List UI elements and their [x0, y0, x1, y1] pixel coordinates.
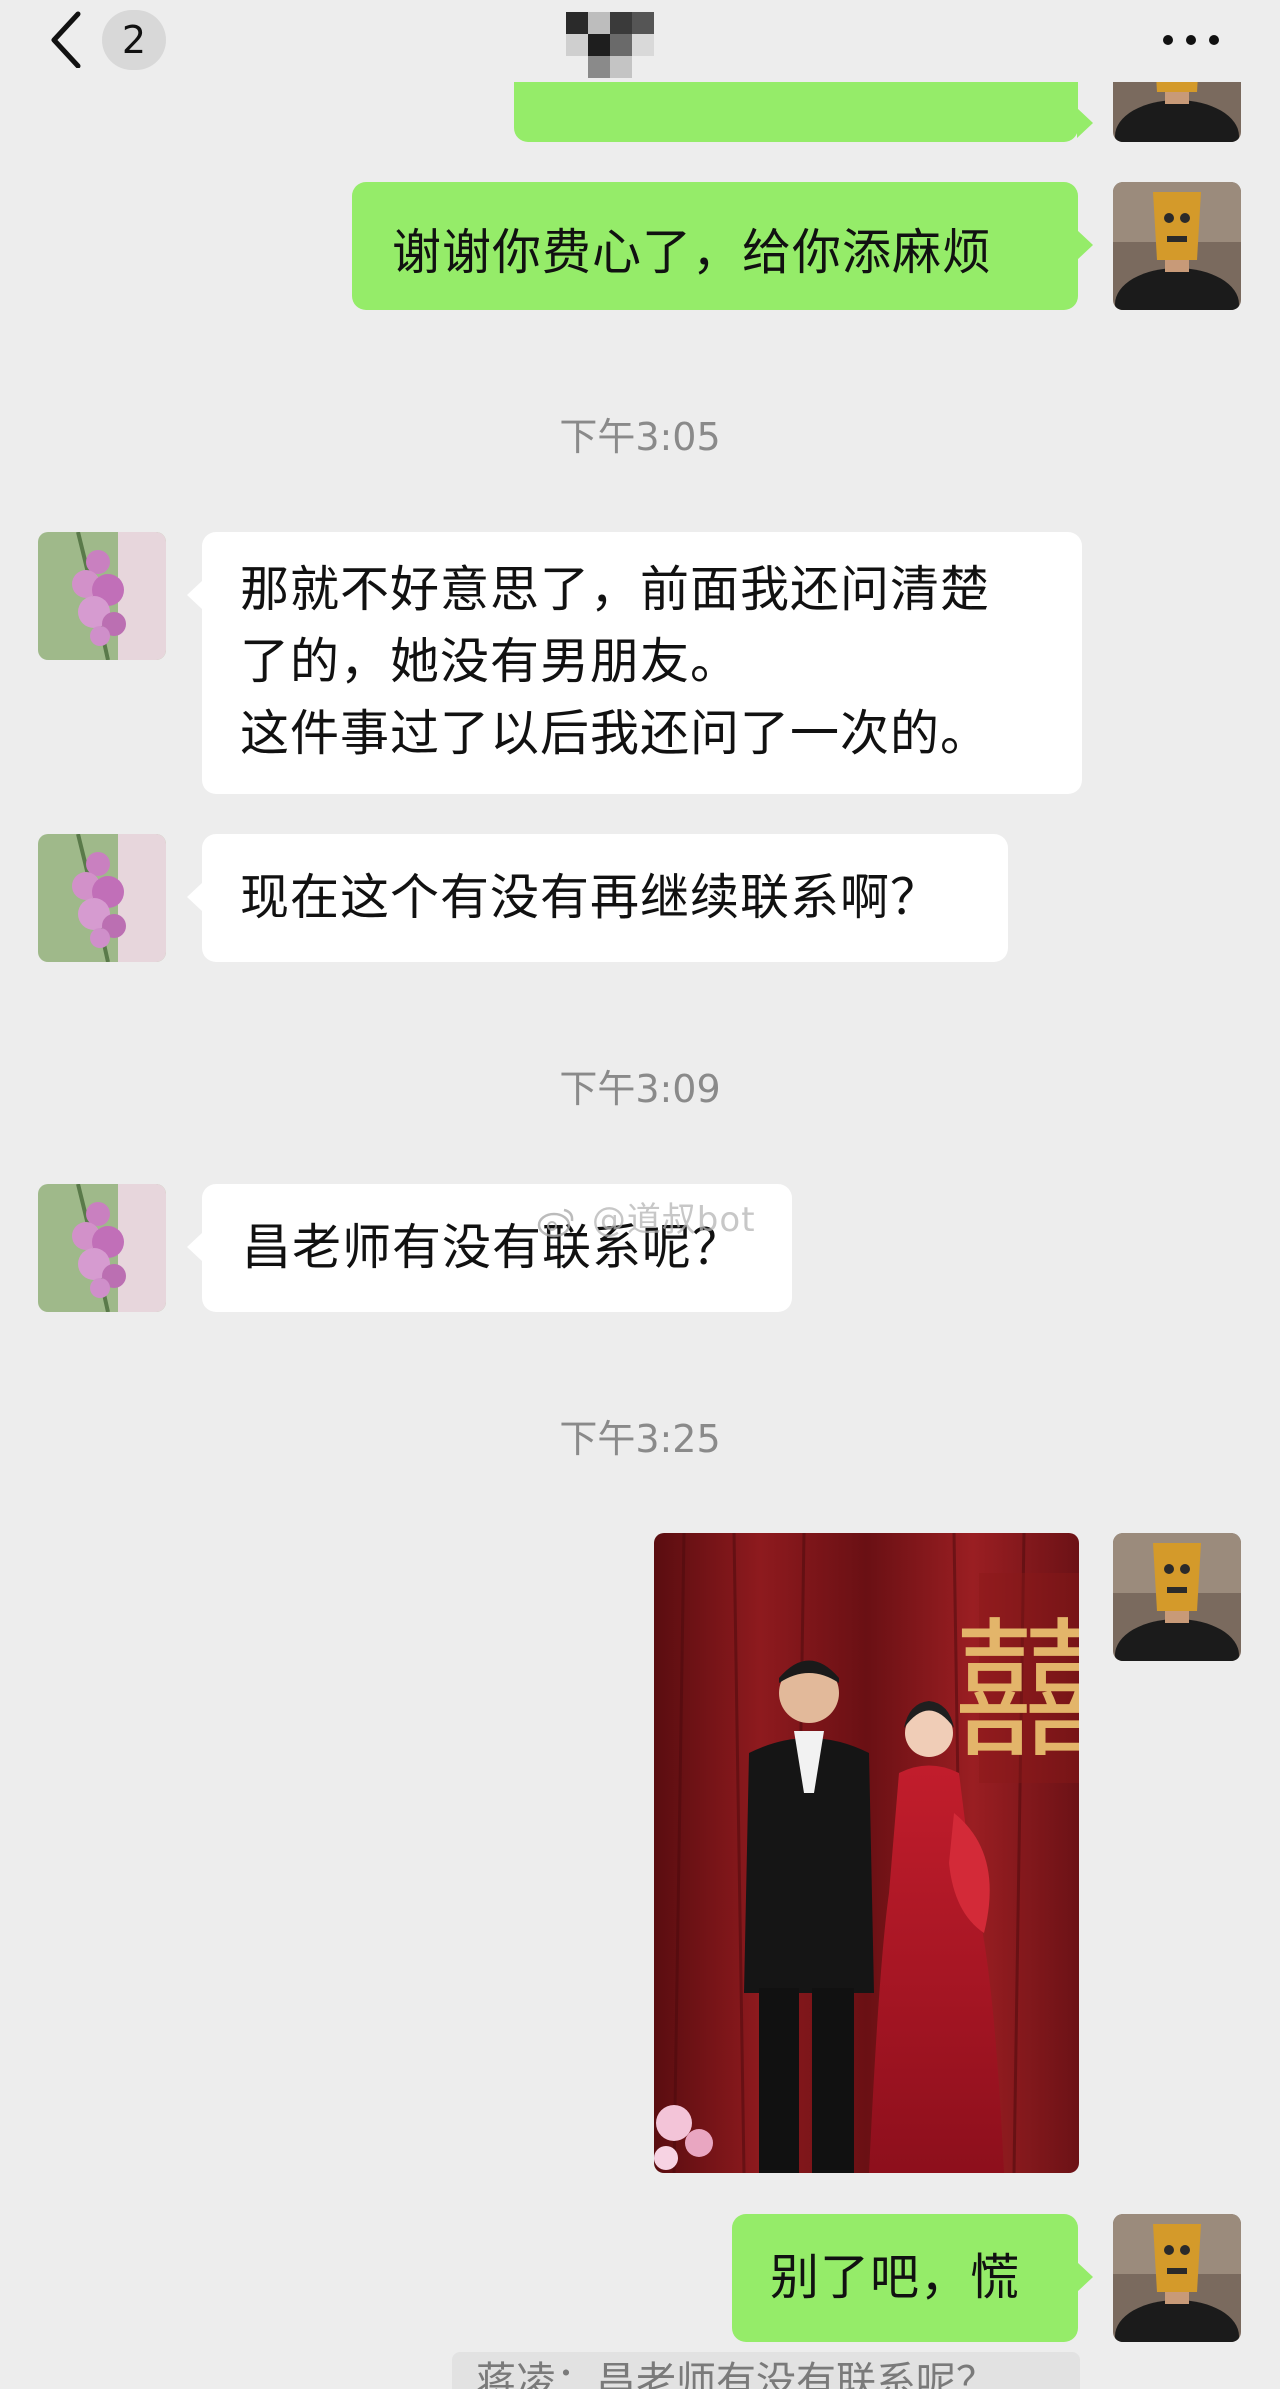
my-avatar[interactable]	[1113, 182, 1241, 310]
double-happiness-sign: 囍	[954, 1605, 1079, 1779]
weibo-watermark: @道叔bot	[536, 1192, 756, 1241]
timestamp: 下午3:25	[559, 1417, 721, 1461]
wedding-photo-message[interactable]: 囍	[654, 1533, 1079, 2173]
more-options-button[interactable]	[1160, 18, 1222, 62]
chat-screen: 2 谢谢你费心了，给你添麻烦 下午3:05 那就不好意思了，前面我还问清楚 了的…	[0, 0, 1280, 2389]
watermark-text: @道叔bot	[591, 1200, 756, 1240]
contact-avatar[interactable]	[38, 1184, 166, 1312]
incoming-message[interactable]: 现在这个有没有再继续联系啊？	[187, 834, 1008, 962]
chat-header: 2	[0, 0, 1280, 82]
contact-name-mosaic	[566, 12, 656, 82]
contact-avatar[interactable]	[38, 834, 166, 962]
unread-count-badge[interactable]: 2	[102, 10, 166, 70]
quoted-message[interactable]: 蒋凌：昌老师有没有联系呢？	[452, 2352, 1080, 2389]
outgoing-message[interactable]: 别了吧，慌	[732, 2214, 1093, 2342]
contact-avatar[interactable]	[38, 532, 166, 660]
back-button[interactable]	[42, 8, 98, 69]
my-avatar[interactable]	[1113, 2214, 1241, 2342]
timestamp: 下午3:09	[559, 1067, 721, 1111]
outgoing-message[interactable]: 谢谢你费心了，给你添麻烦	[352, 182, 1093, 310]
timestamp: 下午3:05	[559, 415, 721, 459]
incoming-message[interactable]: 那就不好意思了，前面我还问清楚 了的，她没有男朋友。 这件事过了以后我还问了一次…	[187, 532, 1082, 794]
more-dots-icon	[1163, 35, 1219, 45]
my-avatar[interactable]	[1113, 1533, 1241, 1661]
weibo-logo-icon	[537, 1208, 574, 1237]
chevron-left-icon	[51, 11, 81, 69]
